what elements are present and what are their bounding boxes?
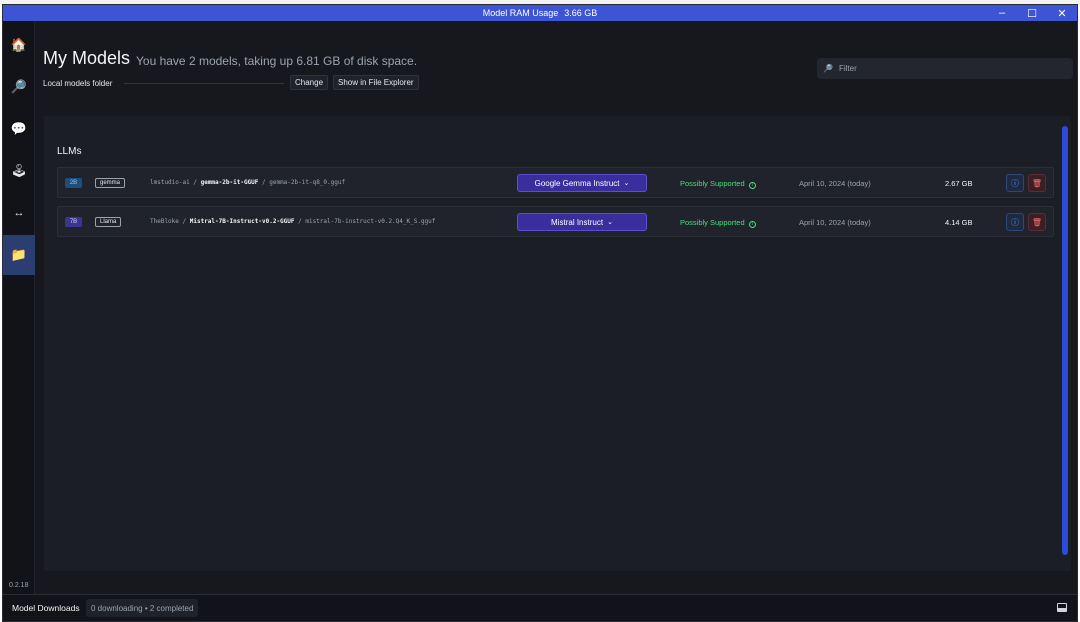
info-icon: ⓘ — [1011, 217, 1019, 227]
panel-toggle-icon[interactable] — [1057, 603, 1067, 612]
joystick-icon: 🕹 — [10, 163, 28, 178]
param-size-badge: 2B — [65, 178, 82, 188]
model-publisher: TheBloke — [150, 218, 179, 225]
model-path: TheBloke / Mistral-7B-Instruct-v0.2-GGUF… — [150, 218, 436, 225]
title-bar: Model RAM Usage 3.66 GB – ☐ ✕ — [3, 5, 1077, 21]
app-version: 0.2.18 — [9, 582, 29, 589]
scrollbar[interactable] — [1062, 126, 1068, 555]
model-repo: Mistral-7B-Instruct-v0.2-GGUF — [189, 218, 295, 225]
model-row[interactable]: 7B Llama TheBloke / Mistral-7B-Instruct-… — [57, 206, 1054, 237]
info-icon[interactable]: i — [748, 182, 756, 189]
model-file-size: 2.67 GB — [945, 179, 973, 188]
models-panel: LLMs 2B gemma lmstudio-ai / gemma-2b-it-… — [44, 116, 1071, 571]
sidebar-item-playground[interactable]: 🕹 — [3, 151, 35, 191]
bottom-bar: Model Downloads 0 downloading • 2 comple… — [3, 594, 1077, 621]
page-subtitle: You have 2 models, taking up 6.81 GB of … — [136, 54, 418, 68]
preset-label: Google Gemma Instruct — [534, 178, 620, 188]
show-in-explorer-button[interactable]: Show in File Explorer — [333, 75, 419, 90]
delete-model-button[interactable]: 🗑 — [1028, 213, 1046, 231]
architecture-badge: Llama — [95, 217, 122, 227]
info-icon: ⓘ — [1011, 178, 1019, 188]
info-icon[interactable]: i — [748, 221, 756, 228]
chevron-down-icon: ⌄ — [607, 219, 613, 226]
preset-label: Mistral Instruct — [551, 217, 604, 227]
model-row[interactable]: 2B gemma lmstudio-ai / gemma-2b-it-GGUF … — [57, 167, 1054, 198]
downloads-status: 0 downloading • 2 completed — [86, 599, 199, 617]
sidebar-item-search[interactable]: 🔎 — [3, 67, 35, 107]
model-file: mistral-7b-instruct-v0.2.Q4_K_S.gguf — [305, 218, 436, 225]
compatibility-status: Possibly Supported i — [680, 179, 756, 189]
minimize-button[interactable]: – — [987, 5, 1017, 21]
status-text: Possibly Supported — [680, 179, 745, 188]
model-file-size: 4.14 GB — [945, 218, 973, 227]
preset-dropdown[interactable]: Mistral Instruct ⌄ — [517, 213, 647, 231]
trash-icon: 🗑 — [1031, 178, 1043, 188]
sidebar-item-my-models[interactable]: 📁 — [3, 235, 35, 275]
model-date: April 10, 2024 (today) — [799, 179, 871, 188]
param-size-badge: 7B — [65, 217, 82, 227]
app-window: Model RAM Usage 3.66 GB – ☐ ✕ 🏠 🔎 💬 🕹 ↔ … — [2, 4, 1078, 622]
change-folder-button[interactable]: Change — [290, 75, 329, 90]
filter-input[interactable] — [838, 64, 1039, 73]
chat-icon: 💬 — [10, 121, 28, 136]
preset-dropdown[interactable]: Google Gemma Instruct ⌄ — [517, 174, 647, 192]
window-controls: – ☐ ✕ — [987, 5, 1077, 21]
arrows-horizontal-icon: ↔ — [13, 207, 25, 219]
model-info-button[interactable]: ⓘ — [1006, 174, 1024, 192]
model-downloads-button[interactable]: Model Downloads — [12, 603, 80, 613]
maximize-button[interactable]: ☐ — [1017, 5, 1047, 21]
search-icon: 🔎 — [823, 64, 833, 73]
search-icon: 🔎 — [10, 79, 28, 94]
model-file: gemma-2b-it-q8_0.gguf — [269, 179, 346, 186]
delete-model-button[interactable]: 🗑 — [1028, 174, 1046, 192]
sidebar-item-home[interactable]: 🏠 — [3, 25, 35, 65]
status-text: Possibly Supported — [680, 218, 745, 227]
local-models-folder-label: Local models folder — [43, 79, 113, 88]
page-title: My Models — [43, 48, 131, 68]
model-path: lmstudio-ai / gemma-2b-it-GGUF / gemma-2… — [150, 179, 346, 186]
ram-usage-value: 3.66 GB — [564, 8, 598, 18]
model-info-button[interactable]: ⓘ — [1006, 213, 1024, 231]
folder-icon: 📁 — [10, 247, 28, 262]
model-date: April 10, 2024 (today) — [799, 218, 871, 227]
compatibility-status: Possibly Supported i — [680, 218, 756, 228]
section-title-llms: LLMs — [57, 146, 82, 157]
sidebar: 🏠 🔎 💬 🕹 ↔ 📁 0.2.18 — [3, 21, 35, 595]
home-icon: 🏠 — [10, 37, 28, 52]
window-title: Model RAM Usage — [482, 8, 559, 18]
main-content: My Models You have 2 models, taking up 6… — [36, 21, 1077, 595]
trash-icon: 🗑 — [1031, 217, 1043, 227]
model-repo: gemma-2b-it-GGUF — [200, 179, 259, 186]
architecture-badge: gemma — [95, 178, 126, 188]
close-button[interactable]: ✕ — [1047, 5, 1077, 21]
sidebar-item-server[interactable]: ↔ — [3, 193, 35, 233]
sidebar-item-chat[interactable]: 💬 — [3, 109, 35, 149]
filter-box: 🔎 — [817, 58, 1073, 79]
folder-path-field — [124, 83, 284, 84]
chevron-down-icon: ⌄ — [623, 180, 630, 187]
model-publisher: lmstudio-ai — [150, 179, 190, 186]
